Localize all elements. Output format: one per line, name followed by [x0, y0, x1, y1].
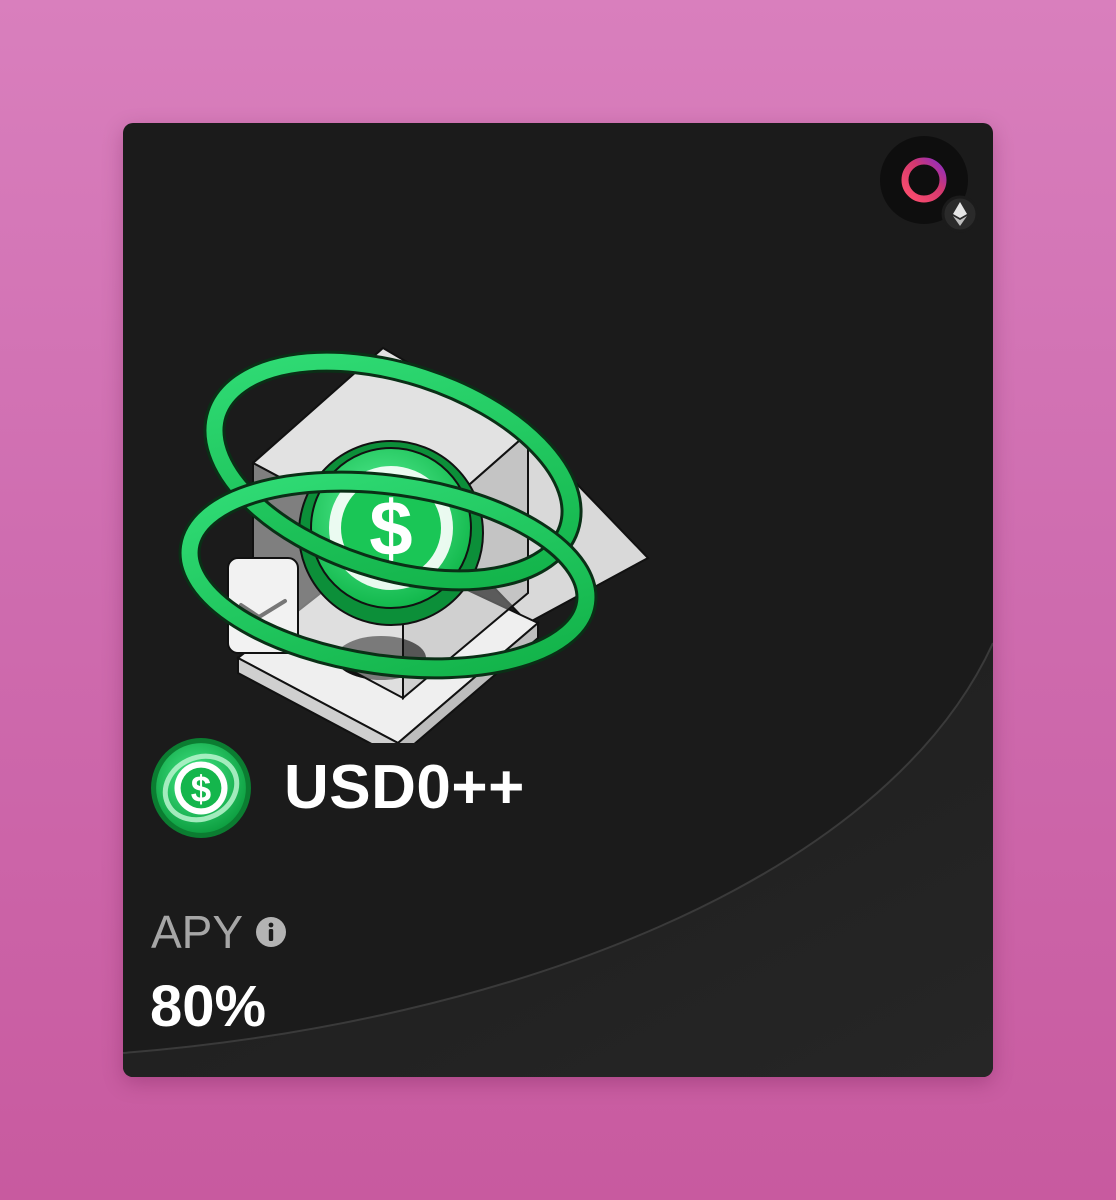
apy-label: APY — [151, 906, 244, 958]
apy-value: 80% — [150, 974, 267, 1039]
svg-text:$: $ — [191, 768, 211, 809]
apy-row: APY — [151, 909, 287, 955]
dollar-coin-icon: $ — [298, 440, 484, 626]
protocol-ring-icon[interactable] — [878, 135, 978, 235]
info-icon[interactable] — [255, 916, 287, 948]
token-row: $ USD0++ — [150, 736, 525, 840]
pool-card[interactable]: $ $ USD0++ APY 80% — [123, 123, 993, 1077]
ethereum-icon — [941, 195, 978, 233]
token-name: USD0++ — [284, 753, 525, 822]
usd0-vault-illustration: $ — [178, 346, 650, 743]
usd0-coin-icon: $ — [151, 738, 251, 838]
